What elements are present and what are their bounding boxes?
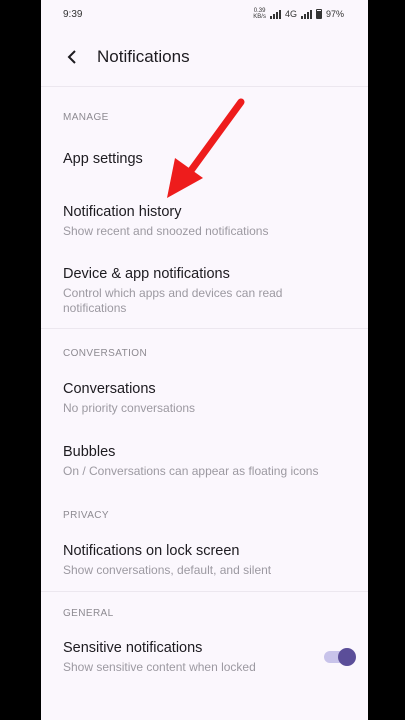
app-bar: Notifications bbox=[41, 28, 368, 86]
lock-screen-item[interactable]: Notifications on lock screen Show conver… bbox=[41, 541, 368, 578]
item-title: Conversations bbox=[63, 381, 156, 397]
item-title: App settings bbox=[63, 151, 143, 167]
signal-icon bbox=[269, 9, 281, 19]
battery-level: 97% bbox=[325, 9, 344, 19]
item-subtitle: Show conversations, default, and silent bbox=[63, 563, 272, 577]
battery-icon bbox=[315, 9, 322, 19]
item-subtitle: Show sensitive content when locked bbox=[63, 660, 256, 674]
device-app-notifications-item[interactable]: Device & app notifications Control which… bbox=[41, 264, 368, 316]
section-manage: MANAGE bbox=[63, 112, 109, 123]
section-general: GENERAL bbox=[63, 608, 114, 619]
back-arrow-icon[interactable] bbox=[63, 48, 81, 66]
item-subtitle: Show recent and snoozed notifications bbox=[63, 224, 269, 238]
item-subtitle: No priority conversations bbox=[63, 401, 196, 415]
divider bbox=[41, 591, 368, 592]
item-title: Notification history bbox=[63, 204, 182, 220]
item-title: Bubbles bbox=[63, 444, 116, 460]
section-conversation: CONVERSATION bbox=[63, 348, 148, 359]
item-text: Sensitive notifications Show sensitive c… bbox=[63, 638, 256, 675]
divider bbox=[41, 328, 368, 329]
sensitive-notifications-item[interactable]: Sensitive notifications Show sensitive c… bbox=[41, 638, 368, 675]
page-title: Notifications bbox=[97, 47, 190, 66]
network-type: 4G bbox=[284, 9, 297, 19]
item-subtitle: On / Conversations can appear as floatin… bbox=[63, 464, 319, 478]
item-subtitle: Control which apps and devices can read … bbox=[63, 286, 283, 315]
network-speed: 0.39 KB/s bbox=[253, 8, 266, 20]
status-icons: 0.39 KB/s 4G 97% bbox=[253, 8, 344, 20]
notification-history-item[interactable]: Notification history Show recent and sno… bbox=[41, 202, 368, 239]
conversations-item[interactable]: Conversations No priority conversations bbox=[41, 379, 368, 416]
bubbles-item[interactable]: Bubbles On / Conversations can appear as… bbox=[41, 442, 368, 479]
item-title: Notifications on lock screen bbox=[63, 543, 240, 559]
section-privacy: PRIVACY bbox=[63, 510, 109, 521]
item-title: Device & app notifications bbox=[63, 266, 230, 282]
toggle-knob bbox=[338, 647, 356, 666]
app-settings-item[interactable]: App settings bbox=[41, 149, 368, 169]
signal-icon-2 bbox=[300, 9, 312, 19]
item-title: Sensitive notifications bbox=[63, 640, 203, 656]
status-bar: 9:39 0.39 KB/s 4G 97% bbox=[41, 0, 368, 28]
sensitive-toggle[interactable] bbox=[324, 647, 356, 666]
clock: 9:39 bbox=[63, 8, 83, 20]
settings-screen: 9:39 0.39 KB/s 4G 97% Notifications MANA… bbox=[41, 0, 368, 720]
